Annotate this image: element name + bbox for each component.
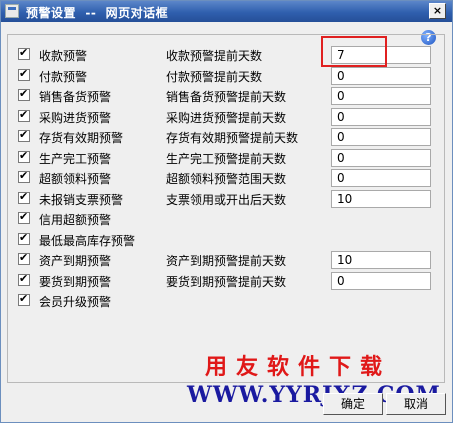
- days-field-label: 采购进货预警提前天数: [166, 111, 287, 125]
- days-field-label: 付款预警提前天数: [166, 70, 263, 84]
- days-input[interactable]: 0: [331, 149, 431, 167]
- dialog-window: 预警设置 -- 网页对话框 × ? 收款预警收款预警提前天数7付款预警付款预警提…: [0, 0, 453, 423]
- days-input[interactable]: 0: [331, 272, 431, 290]
- days-input[interactable]: 0: [331, 67, 431, 85]
- days-input[interactable]: 0: [331, 128, 431, 146]
- setting-label: 未报销支票预警: [39, 193, 124, 207]
- setting-checkbox[interactable]: [18, 46, 30, 60]
- title-bar[interactable]: 预警设置 -- 网页对话框 ×: [1, 1, 452, 22]
- days-field-label: 存货有效期预警提前天数: [166, 131, 299, 145]
- days-field-label: 销售备货预警提前天数: [166, 90, 287, 104]
- setting-label: 采购进货预警: [39, 111, 112, 125]
- days-input[interactable]: 0: [331, 87, 431, 105]
- close-button[interactable]: ×: [429, 3, 446, 19]
- watermark-text: 用友软件下载: [205, 355, 392, 380]
- setting-label: 收款预警: [39, 49, 88, 63]
- setting-checkbox[interactable]: [18, 190, 30, 204]
- setting-checkbox[interactable]: [18, 108, 30, 122]
- setting-checkbox[interactable]: [18, 231, 30, 245]
- days-field-label: 资产到期预警提前天数: [166, 254, 287, 268]
- days-field-label: 要货到期预警提前天数: [166, 275, 287, 289]
- setting-checkbox[interactable]: [18, 169, 30, 183]
- setting-checkbox[interactable]: [18, 87, 30, 101]
- dialog-title: 预警设置 -- 网页对话框: [26, 6, 169, 20]
- setting-checkbox[interactable]: [18, 292, 30, 306]
- days-input[interactable]: 0: [331, 108, 431, 126]
- days-field-label: 收款预警提前天数: [166, 49, 263, 63]
- setting-label: 信用超额预警: [39, 213, 112, 227]
- days-input[interactable]: 0: [331, 169, 431, 187]
- days-field-label: 超额领料预警范围天数: [166, 172, 287, 186]
- ok-button[interactable]: 确定: [323, 393, 383, 415]
- days-input[interactable]: 10: [331, 251, 431, 269]
- days-field-label: 生产完工预警提前天数: [166, 152, 287, 166]
- setting-label: 超额领料预警: [39, 172, 112, 186]
- setting-checkbox[interactable]: [18, 149, 30, 163]
- setting-label: 资产到期预警: [39, 254, 112, 268]
- highlight-box: [321, 36, 387, 67]
- setting-label: 生产完工预警: [39, 152, 112, 166]
- days-field-label: 支票领用或开出后天数: [166, 193, 287, 207]
- cancel-button[interactable]: 取消: [386, 393, 446, 415]
- setting-label: 要货到期预警: [39, 275, 112, 289]
- setting-checkbox[interactable]: [18, 67, 30, 81]
- dialog-app-icon: [5, 4, 19, 18]
- days-input[interactable]: 10: [331, 190, 431, 208]
- setting-label: 最低最高库存预警: [39, 234, 136, 248]
- setting-label: 销售备货预警: [39, 90, 112, 104]
- setting-checkbox[interactable]: [18, 210, 30, 224]
- setting-checkbox[interactable]: [18, 272, 30, 286]
- setting-label: 存货有效期预警: [39, 131, 124, 145]
- setting-checkbox[interactable]: [18, 128, 30, 142]
- setting-label: 付款预警: [39, 70, 88, 84]
- setting-checkbox[interactable]: [18, 251, 30, 265]
- setting-label: 会员升级预警: [39, 295, 112, 309]
